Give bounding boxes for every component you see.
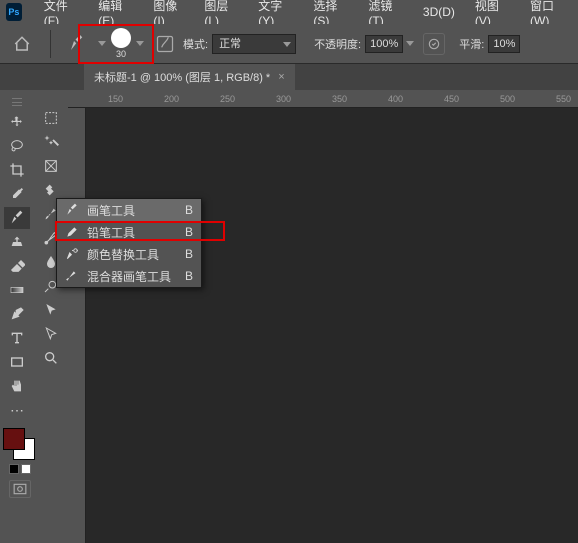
flyout-brush-tool[interactable]: 画笔工具 B	[57, 199, 201, 221]
brush-preset-dropdown[interactable]	[133, 32, 147, 56]
color-swatch[interactable]	[3, 428, 35, 460]
eyedropper-tool[interactable]	[4, 183, 30, 205]
brush-preview[interactable]: 30	[109, 28, 133, 59]
brush-panel-icon[interactable]	[151, 30, 179, 58]
move-tool[interactable]	[4, 111, 30, 133]
home-icon[interactable]	[10, 32, 34, 56]
pressure-opacity-icon[interactable]	[423, 33, 445, 55]
toolbox: ⋯	[0, 90, 68, 543]
mode-select[interactable]: 正常	[212, 34, 296, 54]
color-replace-icon	[63, 247, 81, 261]
opacity-value[interactable]: 100%	[365, 35, 403, 53]
lasso-tool[interactable]	[4, 135, 30, 157]
brush-icon	[63, 203, 81, 217]
rectangle-tool[interactable]	[4, 351, 30, 373]
brush-tool-flyout: 画笔工具 B 铅笔工具 B 颜色替换工具 B 混合器画笔工具 B	[56, 198, 202, 288]
flyout-mixer-brush-tool[interactable]: 混合器画笔工具 B	[57, 265, 201, 287]
swap-colors-icon[interactable]	[21, 464, 31, 474]
ruler-vertical[interactable]	[68, 108, 86, 543]
document-tab-bar: 未标题-1 @ 100% (图层 1, RGB/8) * ×	[0, 64, 578, 90]
default-colors-icon[interactable]	[9, 464, 19, 474]
type-tool[interactable]	[4, 327, 30, 349]
main-area: ⋯	[0, 90, 578, 543]
menu-3d[interactable]: 3D(D)	[413, 5, 465, 19]
document-tab-title: 未标题-1 @ 100% (图层 1, RGB/8) *	[94, 69, 270, 85]
brush-size-label: 30	[116, 49, 126, 59]
marquee-tool[interactable]	[38, 107, 64, 129]
pen-tool[interactable]	[4, 303, 30, 325]
crop-tool[interactable]	[4, 159, 30, 181]
panel-grip[interactable]	[12, 98, 22, 106]
eraser-tool[interactable]	[4, 255, 30, 277]
mixer-brush-icon	[63, 269, 81, 283]
pencil-icon	[63, 225, 81, 239]
flyout-color-replace-tool[interactable]: 颜色替换工具 B	[57, 243, 201, 265]
ruler-horizontal[interactable]: 150 200 250 300 350 400 450 500 550	[68, 90, 578, 108]
tool-preset-icon[interactable]	[63, 30, 91, 58]
magic-wand-tool[interactable]	[38, 131, 64, 153]
opacity-label: 不透明度:	[314, 36, 361, 52]
opacity-dropdown[interactable]	[403, 32, 417, 56]
edit-toolbar[interactable]: ⋯	[4, 399, 30, 421]
app-logo: Ps	[6, 3, 22, 21]
close-icon[interactable]: ×	[278, 71, 284, 83]
clone-stamp-tool[interactable]	[4, 231, 30, 253]
hand-tool[interactable]	[4, 375, 30, 397]
direct-select-tool[interactable]	[38, 323, 64, 345]
document-tab[interactable]: 未标题-1 @ 100% (图层 1, RGB/8) * ×	[84, 64, 295, 90]
gradient-tool[interactable]	[4, 279, 30, 301]
tool-preset-dropdown[interactable]	[95, 32, 109, 56]
path-select-tool[interactable]	[38, 299, 64, 321]
menu-bar: Ps 文件(F) 编辑(E) 图像(I) 图层(L) 文字(Y) 选择(S) 滤…	[0, 0, 578, 24]
brush-dot-icon	[111, 28, 131, 48]
canvas[interactable]	[86, 108, 578, 543]
smooth-value[interactable]: 10%	[488, 35, 520, 53]
foreground-color[interactable]	[3, 428, 25, 450]
quick-mask-icon[interactable]	[9, 480, 31, 498]
smooth-label: 平滑:	[459, 36, 484, 52]
canvas-area: 150 200 250 300 350 400 450 500 550	[68, 90, 578, 543]
frame-tool[interactable]	[38, 155, 64, 177]
options-bar: 30 模式: 正常 不透明度: 100% 平滑: 10%	[0, 24, 578, 64]
brush-tool[interactable]	[4, 207, 30, 229]
zoom-tool[interactable]	[38, 347, 64, 369]
mode-label: 模式:	[183, 36, 208, 52]
flyout-pencil-tool[interactable]: 铅笔工具 B	[57, 221, 201, 243]
